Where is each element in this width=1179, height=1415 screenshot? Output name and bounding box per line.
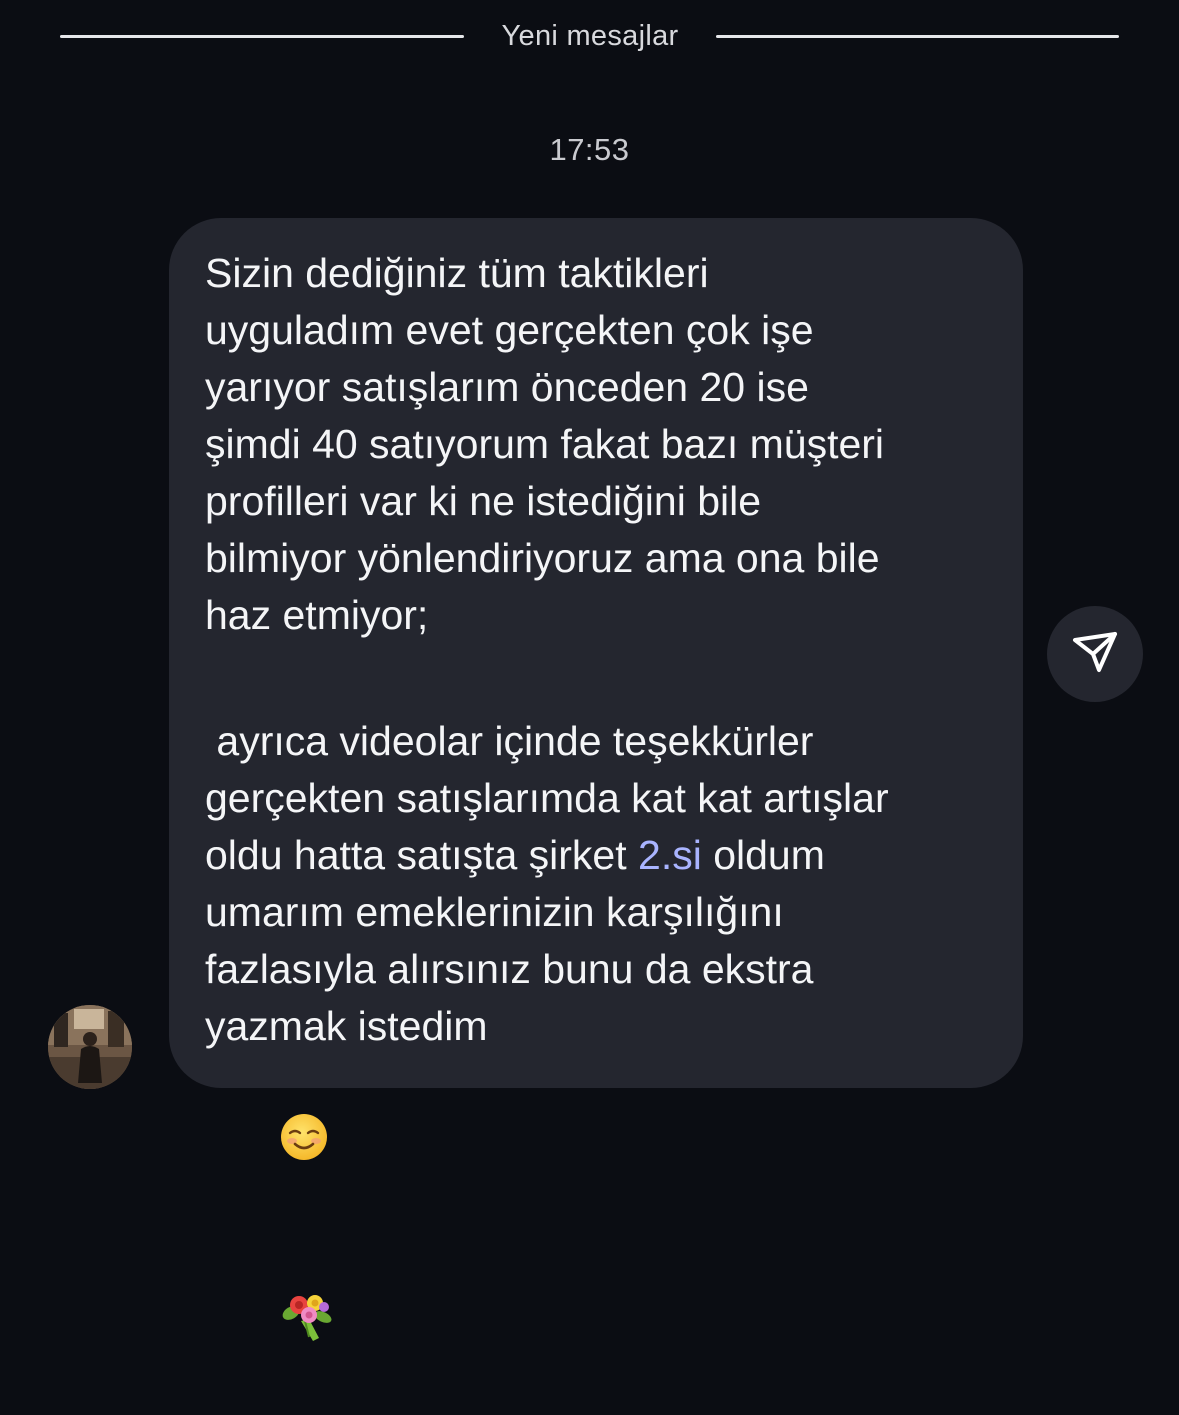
message-line-with-link: oldu hatta satışta şirket 2.si oldum: [205, 827, 825, 884]
message-line: bilmiyor yönlendiriyoruz ama ona bile: [205, 535, 880, 581]
message-line: profilleri var ki ne istediğini bile: [205, 478, 762, 524]
message-line: uyguladım evet gerçekten çok işe: [205, 307, 814, 353]
message-line: umarım emeklerinizin karşılığını: [205, 889, 784, 935]
bouquet-emoji: [234, 1234, 338, 1415]
message-line: gerçekten satışlarımda kat kat artışlar: [205, 775, 889, 821]
paper-plane-icon: [1071, 628, 1119, 681]
message-text: yazmak istedim: [205, 1003, 488, 1049]
message-line: Sizin dediğiniz tüm taktikleri: [205, 250, 709, 296]
share-button[interactable]: [1047, 606, 1143, 702]
message-link[interactable]: 2.si: [638, 832, 702, 878]
message-line: yarıyor satışlarım önceden 20 ise: [205, 364, 809, 410]
divider-line-left: [60, 35, 464, 38]
message-line-with-emoji: yazmak istedim: [205, 998, 488, 1415]
message-line: ayrıca videolar içinde teşekkürler: [205, 718, 814, 764]
smiling-face-emoji: [234, 1055, 330, 1234]
avatar[interactable]: [48, 1005, 132, 1089]
message-text: oldum: [701, 832, 825, 878]
message-line: haz etmiyor;: [205, 592, 429, 638]
message-line: fazlasıyla alırsınız bunu da ekstra: [205, 946, 814, 992]
divider-line-right: [716, 35, 1119, 38]
message-text: oldu hatta satışta şirket: [205, 832, 639, 878]
message-line: şimdi 40 satıyorum fakat bazı müşteri: [205, 421, 885, 467]
message-timestamp: 17:53: [549, 132, 630, 167]
new-messages-divider-label: Yeni mesajlar: [501, 20, 679, 52]
